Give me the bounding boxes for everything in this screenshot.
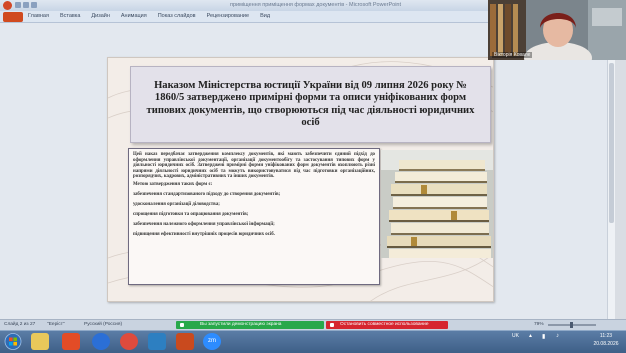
word-icon[interactable] <box>148 333 166 350</box>
zoom-level: 79% <box>534 322 544 327</box>
volume-icon[interactable]: ♪ <box>556 333 559 339</box>
slide-list-item: удосконалення організації діловодства; <box>133 202 220 208</box>
clock-date: 20.08.2026 <box>593 341 619 347</box>
save-icon[interactable] <box>15 2 21 8</box>
tab-design[interactable]: Дизайн <box>91 13 110 19</box>
slide-list-item: забезпечення стандартизованого підходу д… <box>133 192 281 198</box>
stop-sharing-label: Остановить совместное использование <box>340 322 429 327</box>
clock-time: 11:23 <box>599 333 613 339</box>
slide-body-box[interactable]: Цей наказ передбачає затвердження компле… <box>128 148 380 285</box>
screen-sharing-text: Вы запустили демонстрацию экрана <box>200 322 282 327</box>
slide-list-item: спрощення підготовки та опрацювання доку… <box>133 212 249 218</box>
powerpoint-app-icon[interactable] <box>3 1 12 10</box>
stop-icon <box>330 323 334 327</box>
slide-list-item: забезпечення належного оформлення управл… <box>133 222 275 228</box>
tab-insert[interactable]: Вставка <box>60 13 80 19</box>
stop-sharing-button[interactable]: Остановить совместное использование <box>326 321 448 329</box>
tray-arrow-icon[interactable]: ▲ <box>528 333 533 339</box>
participant-video <box>488 0 626 60</box>
screen: приміщення приміщення формах документів … <box>0 0 626 353</box>
tab-view[interactable]: Вид <box>260 13 270 19</box>
theme-name: "Ееріст" <box>47 322 65 327</box>
slide-title: Наказом Міністерства юстиції України від… <box>146 79 475 128</box>
zoom-slider[interactable] <box>548 322 596 328</box>
system-clock[interactable]: 11:23 20.08.2026 <box>588 332 624 348</box>
ribbon-tabs: Главная Вставка Дизайн Анимация Показ сл… <box>28 13 270 19</box>
zoom-app-icon[interactable]: zm <box>203 333 221 350</box>
quick-access-toolbar <box>15 2 55 9</box>
tab-review[interactable]: Рецензирование <box>207 13 249 19</box>
powerpoint-taskbar-icon[interactable] <box>176 333 194 350</box>
slide-counter: Слайд 2 из 27 <box>4 322 36 327</box>
file-explorer-icon[interactable] <box>31 333 49 350</box>
media-player-icon[interactable] <box>62 333 80 350</box>
share-indicator-icon <box>180 323 184 327</box>
window-title: приміщення приміщення формах документів … <box>230 2 402 8</box>
tab-animation[interactable]: Анимация <box>121 13 147 19</box>
tab-slideshow[interactable]: Показ слайдов <box>158 13 196 19</box>
tab-home[interactable]: Главная <box>28 13 49 19</box>
participant-name: Вікторія Ковале <box>492 52 533 58</box>
slide-methods-heading: Метою затвердження таких форм є: <box>133 181 213 187</box>
vertical-scrollbar[interactable] <box>607 23 615 319</box>
editing-area-right <box>488 60 607 319</box>
screen-sharing-notice: Вы запустили демонстрацию экрана <box>176 321 324 329</box>
language-indicator[interactable]: Русский (Россия) <box>84 322 122 327</box>
zoom-slider-thumb[interactable] <box>570 322 573 328</box>
document-stack-image <box>381 150 493 258</box>
slide-title-box[interactable]: Наказом Міністерства юстиції України від… <box>130 66 491 143</box>
start-button[interactable] <box>4 333 22 350</box>
chrome-icon[interactable] <box>120 333 138 350</box>
undo-icon[interactable] <box>23 2 29 8</box>
redo-icon[interactable] <box>31 2 37 8</box>
participant-video-tile[interactable] <box>488 0 626 60</box>
keyboard-language[interactable]: UK <box>512 333 519 339</box>
slide-list-item: підвищення ефективності внутрішніх проце… <box>133 232 275 238</box>
office-button[interactable] <box>3 12 23 22</box>
slide-intro-text: Цей наказ передбачає затвердження компле… <box>133 152 375 180</box>
network-icon[interactable]: ▮ <box>542 333 545 340</box>
browser-ie-icon[interactable] <box>92 333 110 350</box>
slide[interactable]: Наказом Міністерства юстиції України від… <box>107 57 494 302</box>
scrollbar-thumb[interactable] <box>609 63 614 223</box>
